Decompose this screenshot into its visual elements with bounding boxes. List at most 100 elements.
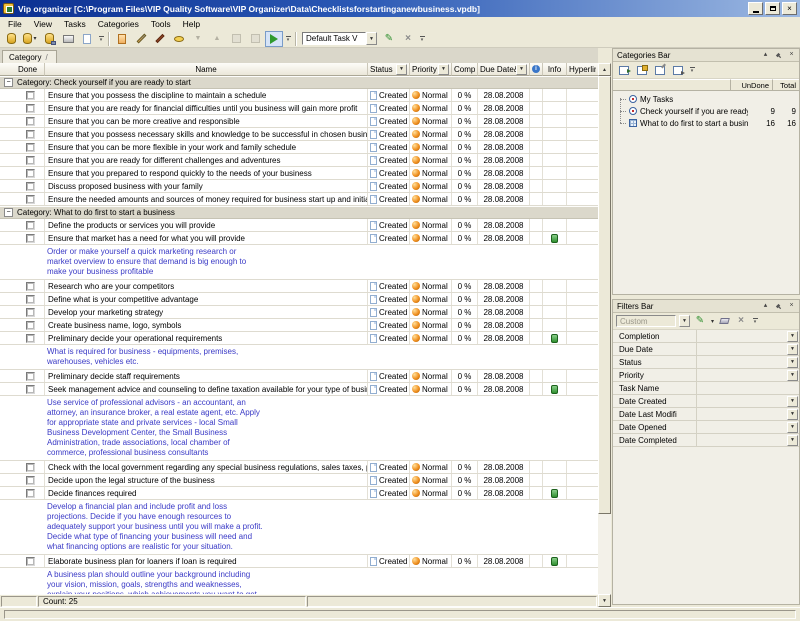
task-row[interactable]: Ensure that you prepared to respond quic… [0,167,598,180]
done-checkbox[interactable] [26,321,35,330]
move-up-button[interactable]: ▲ [208,31,226,47]
apply-view-button[interactable]: ✎ [380,31,398,47]
task-row[interactable]: Ensure that you can be more creative and… [0,115,598,128]
task-row[interactable]: Research who are your competitors Create… [0,280,598,293]
filter-dropdown-button[interactable]: ▼ [787,357,798,368]
done-checkbox[interactable] [26,143,35,152]
done-checkbox[interactable] [26,282,35,291]
save-database-button[interactable] [40,31,58,47]
print-preview-button[interactable] [78,31,96,47]
edit-task-button[interactable] [132,31,150,47]
filter-row[interactable]: Date Last Modifi ▼ [613,408,799,421]
done-checkbox[interactable] [26,308,35,317]
filter-dropdown-button[interactable]: ▼ [787,370,798,381]
collapse-group-icon[interactable]: − [4,78,13,87]
filter-dropdown-button[interactable]: ▼ [787,409,798,420]
duplicate-task-button[interactable] [246,31,264,47]
filter-dropdown-button[interactable]: ▼ [787,344,798,355]
group-tab-category[interactable]: Category / [2,50,57,63]
filter-dropdown-button[interactable]: ▼ [787,396,798,407]
menu-view[interactable]: View [28,18,58,30]
task-row[interactable]: Ensure that you possess the discipline t… [0,89,598,102]
scroll-down-button[interactable]: ▼ [598,594,611,607]
task-row[interactable]: Ensure that you are ready for different … [0,154,598,167]
due-date-filter-button[interactable]: ▼ [516,64,527,75]
category-tree-item[interactable]: What to do first to start a business 16 … [613,117,799,129]
filter-row[interactable]: Status ▼ [613,356,799,369]
menu-help[interactable]: Help [177,18,206,30]
done-checkbox[interactable] [26,385,35,394]
move-to-category-button[interactable] [616,64,631,77]
category-tree-item[interactable]: Check yourself if you are ready to s 9 9 [613,105,799,117]
collapse-group-icon[interactable]: − [4,208,13,217]
header-info[interactable]: Info [543,63,567,76]
task-view-combo[interactable]: Default Task V ▼ [302,32,377,45]
delete-category-button[interactable] [670,64,685,77]
status-filter-button[interactable]: ▼ [396,64,407,75]
filter-row[interactable]: Task Name ▼ [613,382,799,395]
filter-preset-combo[interactable]: Custom [616,315,676,327]
header-priority[interactable]: Priority▼ [410,63,452,76]
task-row[interactable]: Decide finances required Created Normal … [0,487,598,500]
filters-toolbar-overflow[interactable]: ▾ [751,314,759,329]
filter-value[interactable] [697,356,787,368]
done-checkbox[interactable] [26,117,35,126]
menu-categories[interactable]: Categories [92,18,145,30]
filter-row[interactable]: Date Completed ▼ [613,434,799,447]
close-button[interactable]: × [782,2,797,15]
menu-tasks[interactable]: Tasks [58,18,92,30]
menu-tools[interactable]: Tools [145,18,177,30]
restore-button[interactable] [765,2,780,15]
task-row[interactable]: Elaborate business plan for loaners if l… [0,555,598,568]
menu-file[interactable]: File [2,18,28,30]
edit-filter-button[interactable]: ✎ [693,313,707,329]
filter-value[interactable] [697,330,787,342]
pin-panel-button[interactable] [773,50,784,60]
header-info-icon-column[interactable] [530,63,543,76]
done-checkbox[interactable] [26,195,35,204]
open-database-button[interactable]: ▾ [21,31,39,47]
category-tree-item[interactable]: My Tasks [613,93,799,105]
done-checkbox[interactable] [26,221,35,230]
scrollbar-thumb[interactable] [598,76,611,514]
filter-row[interactable]: Priority ▼ [613,369,799,382]
toolbar-overflow-button[interactable]: ▾ [97,31,105,46]
task-row[interactable]: Decide upon the legal structure of the b… [0,474,598,487]
close-panel-button[interactable]: × [786,301,797,311]
delete-filter-button[interactable]: × [734,313,748,329]
print-button[interactable] [59,31,77,47]
minimize-button[interactable] [748,2,763,15]
open-task-button[interactable] [227,31,245,47]
priority-filter-button[interactable]: ▼ [438,64,449,75]
move-down-button[interactable]: ▼ [189,31,207,47]
category-group-row[interactable]: − Category: What to do first to start a … [0,206,598,219]
done-checkbox[interactable] [26,295,35,304]
header-complete[interactable]: Comple [452,63,478,76]
task-row[interactable]: Check with the local government regardin… [0,461,598,474]
filter-row[interactable]: Date Opened ▼ [613,421,799,434]
filter-value[interactable] [697,434,787,446]
task-row[interactable]: Ensure that you can be more flexible in … [0,141,598,154]
done-checkbox[interactable] [26,463,35,472]
task-row[interactable]: Develop your marketing strategy Created … [0,306,598,319]
task-row[interactable]: Ensure the needed amounts and sources of… [0,193,598,206]
clear-filter-button[interactable] [717,313,731,329]
done-checkbox[interactable] [26,489,35,498]
header-hyperlink[interactable]: Hyperlink [567,63,598,76]
column-undone[interactable]: UnDone [731,79,773,91]
task-row[interactable]: Define what is your competitive advantag… [0,293,598,306]
collapse-panel-button[interactable]: ▴ [760,301,771,311]
view-task-button[interactable] [170,31,188,47]
done-checkbox[interactable] [26,476,35,485]
done-checkbox[interactable] [26,156,35,165]
done-checkbox[interactable] [26,557,35,566]
task-row[interactable]: Ensure that you possess necessary skills… [0,128,598,141]
task-view-dropdown-button[interactable]: ▼ [366,32,377,45]
filter-dropdown-button[interactable]: ▼ [787,422,798,433]
header-done[interactable]: Done [0,63,45,76]
edit-category-button[interactable] [652,64,667,77]
filter-value[interactable] [697,395,787,407]
close-panel-button[interactable]: × [786,50,797,60]
show-active-tasks-button[interactable] [265,31,283,47]
task-row[interactable]: Discuss proposed business with your fami… [0,180,598,193]
